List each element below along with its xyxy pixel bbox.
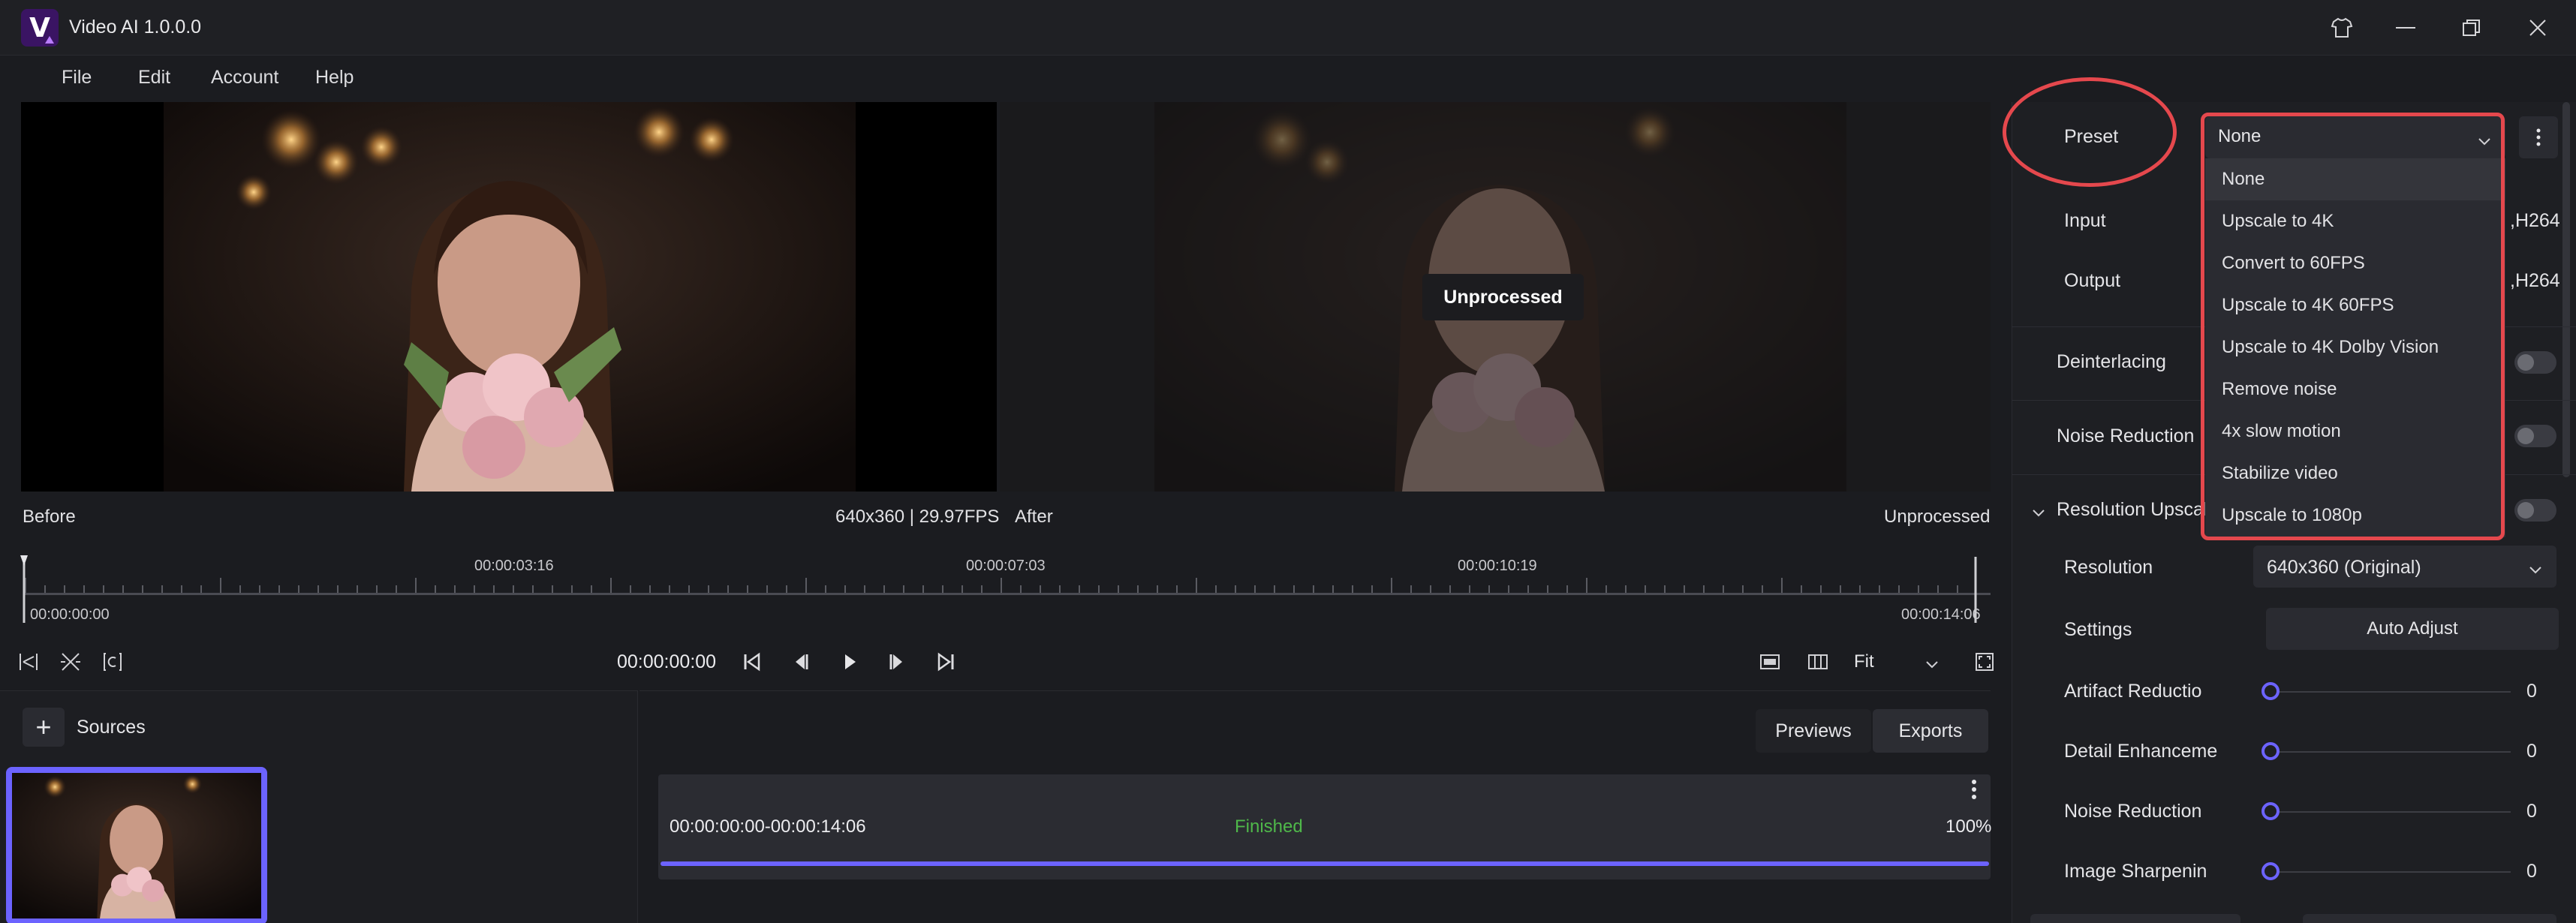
previous-frame-icon[interactable] bbox=[785, 647, 815, 677]
resolution-upscale-label: Resolution Upscal bbox=[2057, 499, 2208, 520]
crop-icon[interactable] bbox=[98, 647, 128, 677]
menu-account[interactable]: Account bbox=[211, 67, 278, 89]
export-range: 00:00:00:00-00:00:14:06 bbox=[670, 816, 866, 837]
timeline-mark-2: 00:00:07:03 bbox=[966, 558, 1046, 574]
current-time: 00:00:00:00 bbox=[617, 651, 717, 672]
timeline-mark-3: 00:00:10:19 bbox=[1458, 558, 1537, 574]
footer-button-left[interactable] bbox=[2030, 914, 2240, 923]
deinterlacing-toggle[interactable] bbox=[2514, 351, 2556, 374]
menu-edit[interactable]: Edit bbox=[138, 67, 170, 89]
unprocessed-badge: Unprocessed bbox=[1422, 274, 1584, 320]
timeline-start: 00:00:00:00 bbox=[30, 606, 110, 623]
more-vertical-icon[interactable] bbox=[1967, 778, 1982, 806]
split-view-icon[interactable] bbox=[1803, 647, 1833, 677]
resolution-value: 640x360 (Original) bbox=[2267, 557, 2421, 578]
skip-to-start-icon[interactable] bbox=[737, 647, 767, 677]
export-percent: 100% bbox=[1946, 816, 1992, 837]
input-label: Input bbox=[2064, 210, 2106, 231]
split-icon[interactable] bbox=[56, 647, 86, 677]
play-icon[interactable] bbox=[835, 647, 865, 677]
sharpen-slider-track[interactable] bbox=[2271, 871, 2511, 873]
artifact-slider-handle[interactable] bbox=[2262, 682, 2280, 700]
skip-to-end-icon[interactable] bbox=[931, 647, 961, 677]
close-icon[interactable] bbox=[2511, 9, 2564, 47]
slider-value-detail: 0 bbox=[2526, 741, 2537, 762]
menu-file[interactable]: File bbox=[62, 67, 92, 89]
title-bar bbox=[0, 0, 2576, 56]
auto-adjust-button[interactable]: Auto Adjust bbox=[2266, 608, 2559, 650]
output-codec: ,H264 bbox=[2510, 270, 2560, 291]
chevron-down-icon[interactable] bbox=[2528, 560, 2543, 581]
before-video-frame bbox=[164, 102, 856, 492]
sources-label: Sources bbox=[77, 717, 146, 738]
detail-slider-track[interactable] bbox=[2271, 751, 2511, 753]
output-label: Output bbox=[2064, 270, 2121, 291]
restore-icon[interactable] bbox=[2445, 9, 2498, 47]
before-label: Before bbox=[23, 507, 76, 527]
source-thumbnail[interactable] bbox=[6, 767, 267, 923]
slider-label-sharpen: Image Sharpenin bbox=[2064, 861, 2207, 882]
resolution-upscale-toggle[interactable] bbox=[2514, 499, 2556, 522]
zoom-fit-select[interactable]: Fit bbox=[1854, 651, 1874, 672]
export-progress-fill bbox=[661, 861, 1989, 866]
export-status: Finished bbox=[1235, 816, 1303, 837]
app-logo-icon: V bbox=[21, 9, 59, 47]
settings-scrollbar[interactable] bbox=[2562, 102, 2570, 477]
resolution-label: Resolution bbox=[2064, 557, 2153, 578]
slider-label-artifact: Artifact Reductio bbox=[2064, 681, 2202, 702]
timeline-end: 00:00:14:06 bbox=[1901, 606, 1981, 623]
fullscreen-icon[interactable] bbox=[1970, 647, 2000, 677]
annotation-circle bbox=[2003, 77, 2177, 187]
annotation-highlight-box bbox=[2201, 113, 2505, 540]
chevron-down-icon[interactable] bbox=[2031, 503, 2046, 524]
minimize-icon[interactable] bbox=[2379, 9, 2432, 47]
slider-value-artifact: 0 bbox=[2526, 681, 2537, 702]
add-source-button[interactable]: + bbox=[23, 708, 65, 747]
export-progress-bar bbox=[661, 861, 1989, 866]
noise-slider-track[interactable] bbox=[2271, 811, 2511, 813]
next-frame-icon[interactable] bbox=[883, 647, 913, 677]
noise-slider-handle[interactable] bbox=[2262, 802, 2280, 820]
menu-help[interactable]: Help bbox=[315, 67, 354, 89]
before-preview[interactable] bbox=[21, 102, 997, 492]
video-info: 640x360 | 29.97FPS bbox=[835, 507, 1000, 527]
noise-reduction-toggle[interactable] bbox=[2514, 425, 2556, 447]
chevron-down-icon[interactable] bbox=[1924, 654, 1940, 675]
trim-start-icon[interactable] bbox=[14, 647, 44, 677]
preset-more-icon[interactable] bbox=[2519, 116, 2558, 158]
slider-label-noise: Noise Reduction bbox=[2064, 801, 2202, 822]
settings-label: Settings bbox=[2064, 619, 2132, 640]
after-label: After bbox=[1015, 507, 1053, 527]
theme-shirt-icon[interactable] bbox=[2316, 9, 2368, 47]
noise-reduction-toggle-label: Noise Reduction bbox=[2057, 425, 2195, 446]
menu-bar bbox=[0, 56, 2576, 102]
window-title: Video AI 1.0.0.0 bbox=[69, 17, 202, 38]
detail-slider-handle[interactable] bbox=[2262, 742, 2280, 760]
deinterlacing-label: Deinterlacing bbox=[2057, 351, 2166, 372]
slider-value-noise: 0 bbox=[2526, 801, 2537, 822]
timeline-mark-1: 00:00:03:16 bbox=[474, 558, 554, 574]
slider-label-detail: Detail Enhanceme bbox=[2064, 741, 2218, 762]
single-view-icon[interactable] bbox=[1755, 647, 1785, 677]
source-thumbnail-image bbox=[12, 773, 261, 918]
input-codec: ,H264 bbox=[2510, 210, 2560, 231]
sharpen-slider-handle[interactable] bbox=[2262, 862, 2280, 880]
tab-exports[interactable]: Exports bbox=[1873, 709, 1988, 753]
slider-value-sharpen: 0 bbox=[2526, 861, 2537, 882]
tab-previews[interactable]: Previews bbox=[1756, 709, 1871, 753]
after-status: Unprocessed bbox=[1884, 507, 1991, 527]
artifact-slider-track[interactable] bbox=[2271, 691, 2511, 693]
footer-button-right[interactable] bbox=[2303, 914, 2556, 923]
